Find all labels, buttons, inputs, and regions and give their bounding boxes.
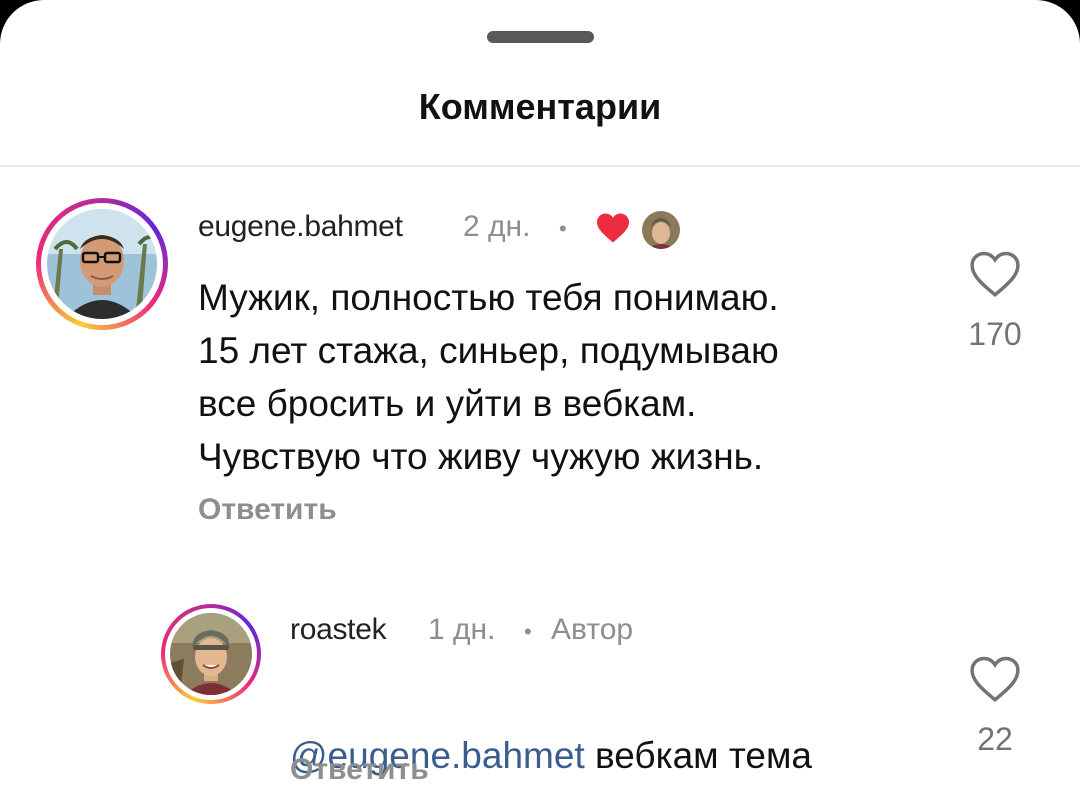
heart-outline-icon[interactable] [968, 250, 1022, 303]
avatar[interactable] [36, 198, 168, 330]
meta-separator: • [524, 619, 532, 644]
comment-username[interactable]: roastek [290, 613, 387, 647]
author-badge: Автор [551, 613, 634, 646]
drag-handle[interactable] [487, 31, 594, 43]
comments-sheet: Комментарии eugene.bahmet 2 дн. • Мужик,… [0, 0, 1080, 805]
author-avatar-small [642, 211, 680, 249]
like-count: 170 [968, 316, 1022, 352]
avatar-photo [170, 613, 252, 695]
page-title: Комментарии [418, 86, 662, 127]
avatar[interactable] [161, 604, 261, 704]
reply-button[interactable]: Ответить [198, 493, 337, 527]
like-count: 22 [977, 721, 1013, 757]
comment-time: 1 дн. [428, 613, 496, 646]
heart-filled-icon [595, 212, 631, 249]
reply-button[interactable]: Ответить [290, 753, 429, 787]
header-divider [0, 165, 1080, 167]
comment-time: 2 дн. [463, 210, 531, 243]
meta-separator: • [559, 216, 567, 241]
heart-outline-icon[interactable] [968, 655, 1022, 708]
comment-text: Мужик, полностью тебя понимаю. 15 лет ст… [198, 277, 779, 477]
avatar-photo [47, 209, 157, 319]
comment-body: вебкам тема [584, 735, 813, 776]
comment-username[interactable]: eugene.bahmet [198, 210, 403, 244]
